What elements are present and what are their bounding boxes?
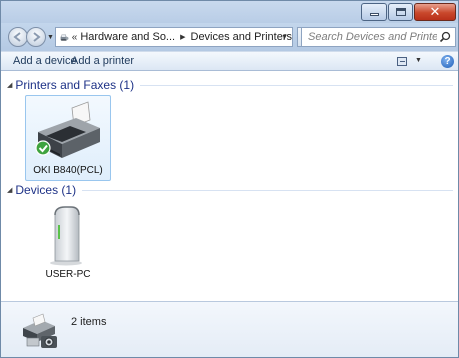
device-label: OKI B840(PCL) — [33, 165, 103, 176]
close-button[interactable]: ✕ — [414, 3, 456, 21]
content-pane: ◢ Printers and Faxes (1) OKI B840(PCL) ◢ — [1, 72, 458, 301]
address-overflow[interactable]: « — [72, 32, 78, 43]
add-printer-button[interactable]: Add a printer — [71, 55, 134, 67]
devices-and-printers-icon — [60, 34, 69, 41]
group-divider — [82, 189, 453, 191]
command-bar: Add a device Add a printer ▼ ? — [1, 51, 458, 71]
caption-buttons: ✕ — [360, 3, 456, 21]
maximize-button[interactable] — [388, 3, 413, 21]
search-box[interactable] — [301, 27, 456, 47]
devices-and-printers-icon — [23, 313, 57, 348]
title-bar[interactable]: ✕ — [1, 1, 458, 23]
device-tile-printer[interactable]: OKI B840(PCL) — [25, 95, 111, 181]
maximize-icon — [396, 8, 406, 16]
forward-button[interactable] — [26, 27, 46, 47]
views-dropdown-icon[interactable]: ▼ — [415, 57, 422, 64]
group-header-devices[interactable]: ◢ Devices (1) — [7, 182, 453, 198]
address-bar[interactable]: « Hardware and So... ▶ Devices and Print… — [55, 27, 293, 47]
group-header-printers[interactable]: ◢ Printers and Faxes (1) — [7, 77, 453, 93]
minimize-icon — [370, 13, 379, 16]
address-row: ▼ « Hardware and So... ▶ Devices and Pri… — [1, 23, 458, 51]
search-icon[interactable] — [439, 31, 451, 43]
minimize-button[interactable] — [361, 3, 387, 21]
printer-icon — [35, 101, 100, 158]
group-divider — [140, 84, 453, 86]
help-icon[interactable]: ? — [441, 55, 454, 68]
item-count: 2 items — [71, 316, 107, 328]
close-icon: ✕ — [429, 4, 441, 19]
breadcrumb-devices-and-printers[interactable]: Devices and Printers — [191, 31, 293, 43]
breadcrumb-hardware-and-sound[interactable]: Hardware and So... — [80, 31, 175, 43]
address-history-dropdown[interactable]: ▼ — [281, 34, 288, 41]
collapse-triangle-icon[interactable]: ◢ — [7, 186, 12, 194]
device-label: USER-PC — [45, 269, 91, 280]
add-device-button[interactable]: Add a device — [13, 55, 77, 67]
forward-arrow-icon — [33, 32, 41, 42]
back-button[interactable] — [8, 27, 28, 47]
search-input[interactable] — [302, 28, 437, 46]
breadcrumb-separator-icon[interactable]: ▶ — [180, 33, 185, 41]
computer-icon — [50, 206, 82, 266]
recent-pages-dropdown[interactable]: ▼ — [47, 34, 54, 41]
explorer-window: ✕ ▼ « Hardware and So... ▶ Devices and P… — [0, 0, 459, 358]
views-icon[interactable] — [397, 57, 407, 66]
group-title: Devices (1) — [15, 183, 77, 197]
collapse-triangle-icon[interactable]: ◢ — [7, 81, 12, 89]
details-pane: 2 items — [1, 301, 458, 357]
back-arrow-icon — [13, 32, 21, 42]
device-tile-computer[interactable]: USER-PC — [25, 203, 111, 283]
group-title: Printers and Faxes (1) — [15, 78, 135, 92]
